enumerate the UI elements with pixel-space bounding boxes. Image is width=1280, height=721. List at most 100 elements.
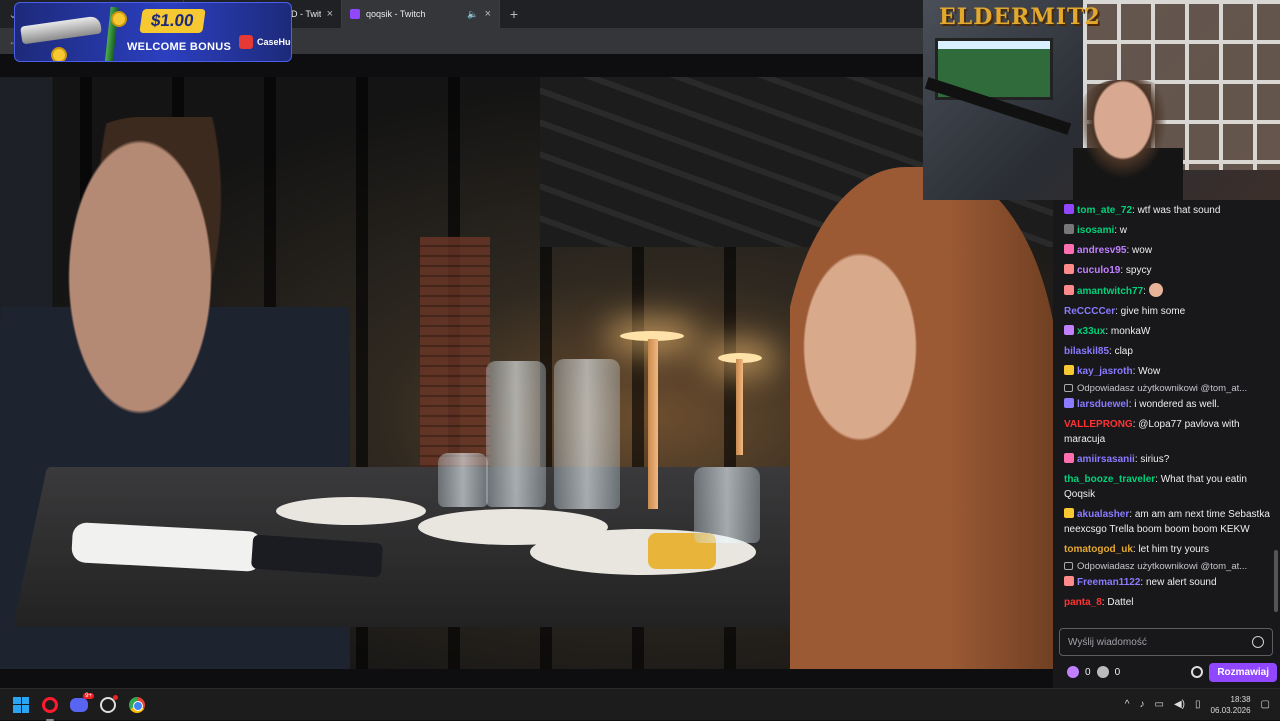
bits-icon[interactable] [1067,666,1079,678]
user-badge-icon[interactable] [1064,507,1074,518]
chat-messages[interactable]: tom_ate_72: wtf was that sound isosami: w… [1053,200,1280,620]
chat-message-text: : wow [1126,244,1153,256]
chat-input-placeholder: Wyślij wiadomość [1068,636,1147,648]
chat-emote-icon[interactable] [1148,282,1163,297]
bits-count: 0 [1085,666,1091,678]
opera-icon [42,696,58,713]
chat-username[interactable]: akualasher [1077,509,1129,520]
chrome-icon [129,696,145,713]
chat-username[interactable]: amantwitch77 [1077,286,1143,297]
chat-message: tomatogod_uk: let him try yours [1064,539,1272,559]
reply-icon [1064,562,1073,570]
emote-picker-icon[interactable] [1252,636,1264,648]
user-badge-icon[interactable] [1064,223,1074,234]
chat-username[interactable]: Freeman1122 [1077,577,1140,588]
battery-icon[interactable]: ▯ [1195,699,1201,710]
chat-username[interactable]: x33ux [1077,326,1105,337]
coin-icon [51,47,67,61]
chat-message-text: : [1143,285,1149,297]
chat-username[interactable]: tomatogod_uk [1064,544,1133,555]
chat-username[interactable]: cuculo19 [1077,265,1120,276]
user-badge-icon[interactable] [1064,575,1074,586]
chat-message-text: : let him try yours [1132,543,1210,555]
user-badge-icon[interactable] [1064,397,1074,408]
streamer [1073,80,1183,200]
obs-taskbar-button[interactable] [96,693,120,717]
user-badge-icon[interactable] [1064,203,1074,214]
chat-username[interactable]: kay_jasroth [1077,366,1133,377]
chat-username[interactable]: larsduewel [1077,399,1129,410]
tab-close-icon[interactable]: × [485,8,491,20]
chat-reply-context[interactable]: Odpowiadasz użytkownikowi @tom_at... [1064,559,1272,572]
channel-points-icon[interactable] [1096,666,1109,678]
chat-username[interactable]: andresv95 [1077,245,1126,256]
tray-chevron-icon[interactable]: ^ [1125,699,1130,710]
chat-message: amantwitch77: [1064,280,1272,301]
chat-message: amiirsasanii: sirius? [1064,449,1272,469]
new-tab-button[interactable]: + [500,6,528,22]
chat-username[interactable]: isosami [1077,225,1114,236]
ad-brand: CaseHug [239,35,291,49]
stream-video[interactable] [0,77,1053,669]
chat-message: larsduewel: i wondered as well. [1064,394,1272,414]
chrome-taskbar-button[interactable] [125,693,149,717]
chat-footer: 0 0 Rozmawiaj [1067,662,1277,682]
user-badge-icon[interactable] [1064,324,1074,335]
chat-username[interactable]: panta_8 [1064,597,1102,608]
chat-message: isosami: w [1064,220,1272,240]
user-badge-icon[interactable] [1064,452,1074,463]
reply-icon [1064,384,1073,392]
user-badge-icon[interactable] [1064,243,1074,254]
microphone-icon[interactable]: ♪ [1140,699,1145,710]
casehug-logo-icon [239,35,253,49]
ad-amount: $1.00 [139,9,206,33]
coin-icon [111,11,127,27]
chat-username[interactable]: tha_booze_traveler [1064,474,1155,485]
chat-username[interactable]: bilaskil85 [1064,346,1109,357]
chat-message: Freeman1122: new alert sound [1064,572,1272,592]
start-button[interactable] [9,693,33,717]
chat-message-text: : spycy [1120,264,1152,276]
chat-message: bilaskil85: clap [1064,341,1272,361]
chat-message: akualasher: am am am next time Sebastka … [1064,504,1272,539]
discord-taskbar-button[interactable]: 9+ [67,692,94,717]
chat-settings-gear-icon[interactable] [1191,666,1204,678]
casino-ad-banner[interactable]: $1.00 WELCOME BONUS CaseHug [14,2,292,62]
system-tray: ^ ♪ ▭ ◀) ▯ 18:38 06.03.2026 ▢ [1125,694,1280,716]
chat-send-button[interactable]: Rozmawiaj [1209,662,1277,682]
chat-message-text: : new alert sound [1140,576,1217,588]
chat-message: x33ux: monkaW [1064,321,1272,341]
tab-audio-icon[interactable]: 🔈 [467,9,478,20]
chat-message-text: : monkaW [1105,325,1151,337]
chat-username[interactable]: tom_ate_72 [1077,205,1132,216]
brick-wall [420,237,490,477]
chat-message-text: : i wondered as well. [1128,398,1220,410]
ad-bonus-text: WELCOME BONUS [127,41,232,53]
chat-username[interactable]: VALLEPRONG [1064,419,1133,430]
chat-message: ReCCCCer: give him some [1064,301,1272,321]
volume-icon[interactable]: ◀) [1174,699,1185,710]
clock-time: 18:38 [1230,694,1251,704]
chat-message: tha_booze_traveler: What that you eatin … [1064,469,1272,504]
chat-scrollbar[interactable] [1274,550,1278,612]
chat-username[interactable]: ReCCCCer [1064,306,1115,317]
tab-close-icon[interactable]: × [327,8,333,20]
user-badge-icon[interactable] [1064,263,1074,274]
discord-notification-badge: 9+ [83,692,94,699]
user-badge-icon[interactable] [1064,284,1074,295]
glass [694,467,760,543]
user-badge-icon[interactable] [1064,364,1074,375]
discord-icon [70,697,88,712]
browser-tab[interactable]: qoqsik - Twitch 🔈 × [342,0,500,28]
plate [276,497,426,525]
gun-graphic [20,15,102,45]
notifications-icon[interactable]: ▢ [1261,699,1270,710]
chat-reply-context[interactable]: Odpowiadasz użytkownikowi @tom_at... [1064,381,1272,394]
chat-username[interactable]: amiirsasanii [1077,454,1135,465]
channel-logo: ELDERMIT2 [939,4,1101,30]
clock[interactable]: 18:38 06.03.2026 [1211,694,1251,716]
opera-taskbar-button[interactable] [38,693,62,721]
tab-favicon-icon [350,9,360,19]
network-icon[interactable]: ▭ [1155,699,1164,710]
chat-input[interactable]: Wyślij wiadomość [1059,628,1273,656]
